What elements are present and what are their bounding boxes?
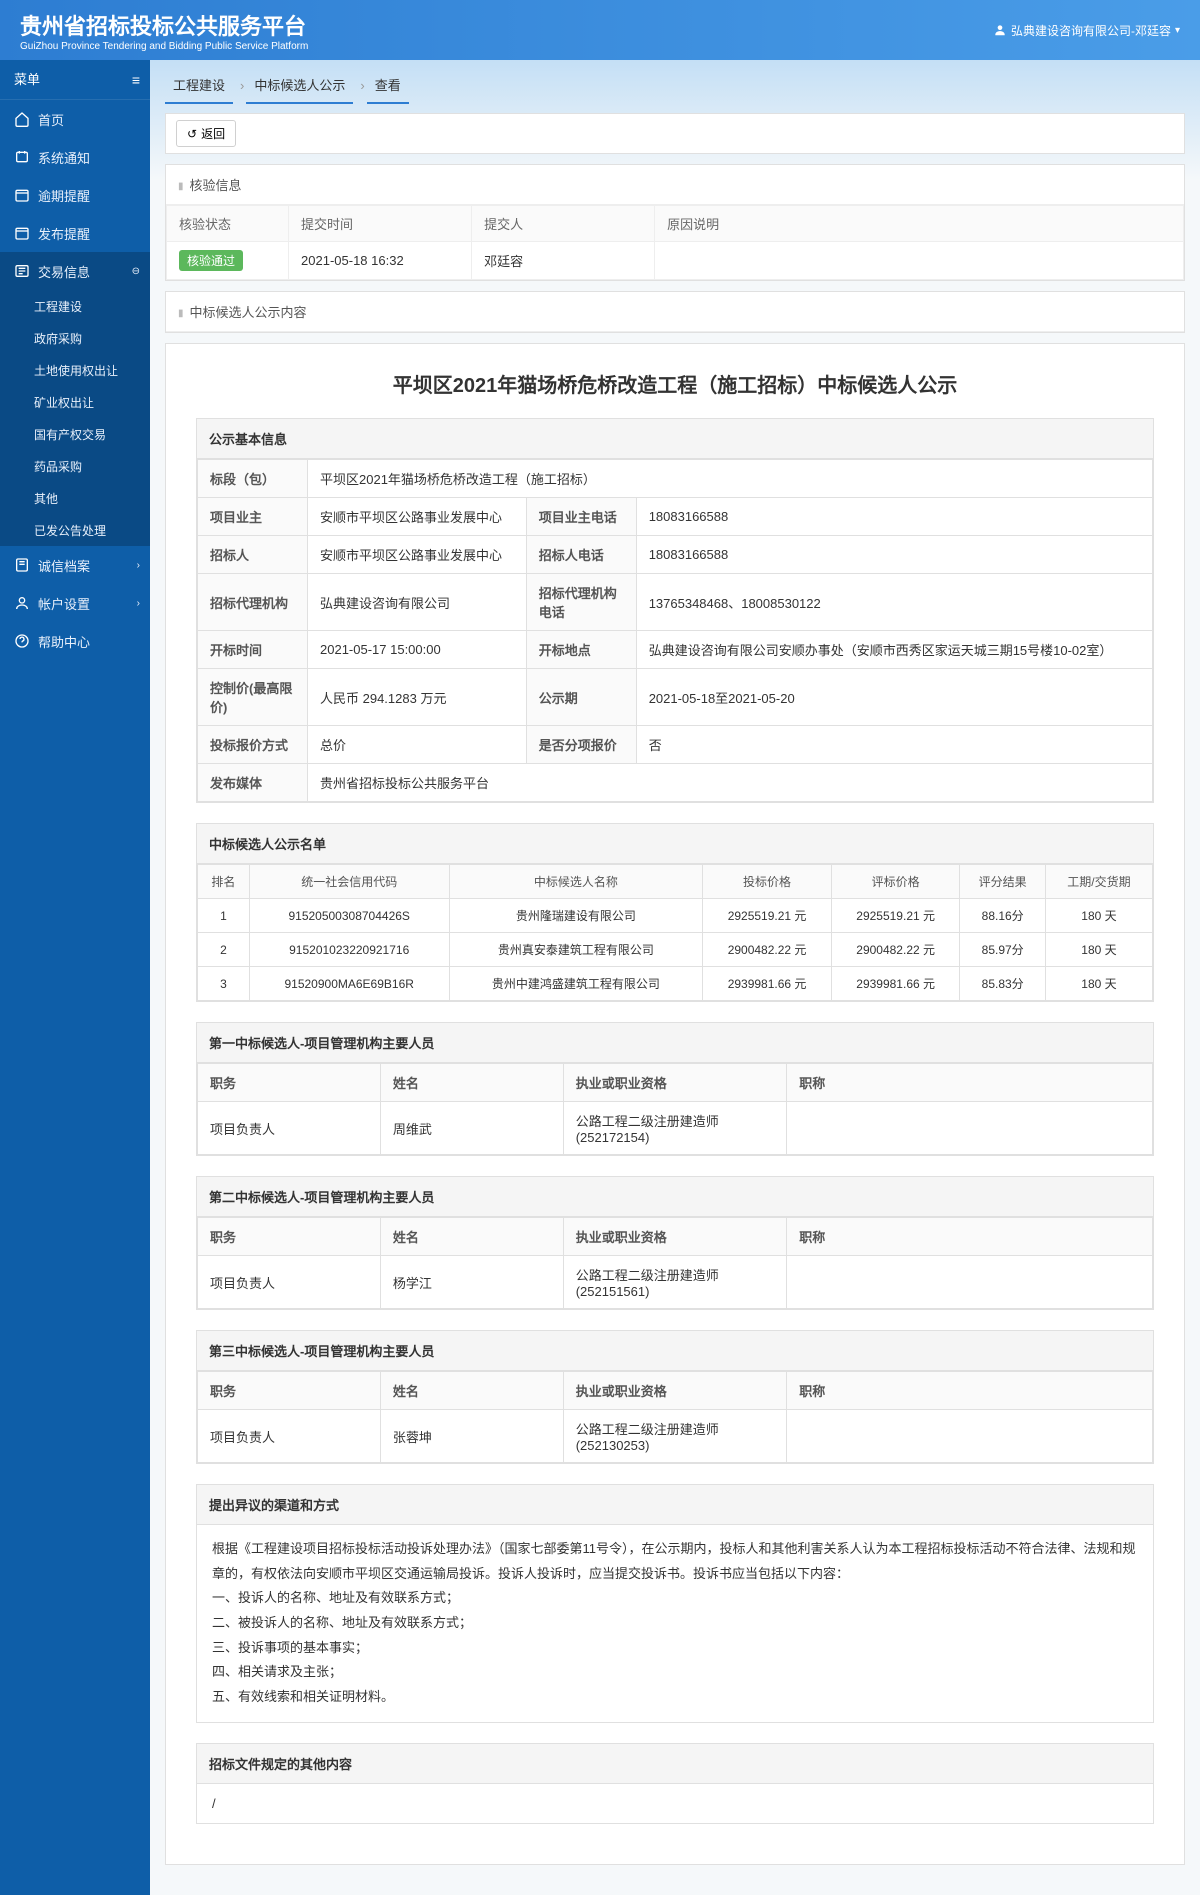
section-title: 第三中标候选人-项目管理机构主要人员	[197, 1331, 1153, 1371]
app-title: 贵州省招标投标公共服务平台 GuiZhou Province Tendering…	[20, 9, 308, 52]
table-header: 评分结果	[960, 865, 1046, 899]
sidebar-item-user[interactable]: 帐户设置›	[0, 584, 150, 622]
app-header: 贵州省招标投标公共服务平台 GuiZhou Province Tendering…	[0, 0, 1200, 60]
section-title: 招标文件规定的其他内容	[197, 1744, 1153, 1784]
verify-row: 核验通过 2021-05-18 16:32 邓廷容	[167, 242, 1184, 280]
sidebar-sub-item[interactable]: 工程建设	[0, 290, 150, 322]
content-panel-title: 中标候选人公示内容	[166, 292, 1184, 332]
table-header: 排名	[198, 865, 250, 899]
verify-panel: 核验信息 核验状态 提交时间 提交人 原因说明 核验通过 2021-05-18 …	[165, 164, 1185, 281]
sidebar-item-help[interactable]: 帮助中心	[0, 622, 150, 660]
back-button[interactable]: ↺ 返回	[176, 120, 236, 147]
user-icon	[993, 23, 1007, 37]
verify-th: 提交时间	[289, 206, 472, 242]
sidebar-item-book[interactable]: 诚信档案›	[0, 546, 150, 584]
sidebar-item-megaphone[interactable]: 发布提醒	[0, 214, 150, 252]
sidebar-sub-item[interactable]: 土地使用权出让	[0, 354, 150, 386]
sidebar-item-bell[interactable]: 系统通知	[0, 138, 150, 176]
table-row: 项目负责人周维武公路工程二级注册建造师(252172154)	[198, 1102, 1153, 1155]
objection-section: 提出异议的渠道和方式 根据《工程建设项目招标投标活动投诉处理办法》（国家七部委第…	[196, 1484, 1154, 1723]
other-section: 招标文件规定的其他内容 /	[196, 1743, 1154, 1824]
section-title: 提出异议的渠道和方式	[197, 1485, 1153, 1525]
sidebar: 菜单 ≡ 首页系统通知逾期提醒发布提醒交易信息⊖工程建设政府采购土地使用权出让矿…	[0, 60, 150, 1895]
sidebar-item-folder[interactable]: 交易信息⊖	[0, 252, 150, 290]
personnel-section: 第一中标候选人-项目管理机构主要人员职务姓名执业或职业资格职称项目负责人周维武公…	[196, 1022, 1154, 1156]
chevron-right-icon: ›	[137, 598, 140, 609]
main-content: 工程建设 › 中标候选人公示 › 查看 ↺ 返回 核验信息 核验状态 提交时间 …	[150, 60, 1200, 1895]
chevron-right-icon: ›	[137, 560, 140, 571]
sidebar-sub-item[interactable]: 已发公告处理	[0, 514, 150, 546]
table-header: 投标价格	[703, 865, 832, 899]
personnel-section: 第三中标候选人-项目管理机构主要人员职务姓名执业或职业资格职称项目负责人张蓉坤公…	[196, 1330, 1154, 1464]
other-text: /	[197, 1784, 1153, 1823]
back-icon: ↺	[187, 127, 197, 141]
sidebar-item-clock[interactable]: 逾期提醒	[0, 176, 150, 214]
section-title: 中标候选人公示名单	[197, 824, 1153, 864]
app-title-en: GuiZhou Province Tendering and Bidding P…	[20, 41, 308, 52]
chevron-down-icon: ⊖	[132, 266, 140, 277]
section-title: 公示基本信息	[197, 419, 1153, 459]
section-title: 第二中标候选人-项目管理机构主要人员	[197, 1177, 1153, 1217]
section-title: 第一中标候选人-项目管理机构主要人员	[197, 1023, 1153, 1063]
table-row: 191520500308704426S贵州隆瑞建设有限公司2925519.21 …	[198, 899, 1153, 933]
sidebar-menu-header: 菜单 ≡	[0, 60, 150, 100]
back-bar: ↺ 返回	[165, 113, 1185, 154]
verify-table: 核验状态 提交时间 提交人 原因说明 核验通过 2021-05-18 16:32…	[166, 205, 1184, 280]
document-title: 平坝区2021年猫场桥危桥改造工程（施工招标）中标候选人公示	[166, 344, 1184, 418]
sidebar-sub-item[interactable]: 矿业权出让	[0, 386, 150, 418]
chevron-down-icon: ▾	[1175, 25, 1180, 36]
breadcrumb-item[interactable]: 工程建设	[165, 75, 233, 104]
verify-th: 核验状态	[167, 206, 289, 242]
breadcrumb-item[interactable]: 中标候选人公示	[246, 75, 353, 104]
menu-toggle-icon[interactable]: ≡	[132, 60, 140, 100]
breadcrumb: 工程建设 › 中标候选人公示 › 查看	[165, 70, 1185, 108]
document-panel: 平坝区2021年猫场桥危桥改造工程（施工招标）中标候选人公示 公示基本信息 标段…	[165, 343, 1185, 1865]
table-row: 项目负责人张蓉坤公路工程二级注册建造师(252130253)	[198, 1410, 1153, 1463]
objection-text: 根据《工程建设项目招标投标活动投诉处理办法》（国家七部委第11号令），在公示期内…	[197, 1525, 1153, 1722]
verify-panel-title: 核验信息	[166, 165, 1184, 205]
table-header: 中标候选人名称	[449, 865, 703, 899]
table-row: 391520900MA6E69B16R贵州中建鸿盛建筑工程有限公司2939981…	[198, 967, 1153, 1001]
sidebar-item-home[interactable]: 首页	[0, 100, 150, 138]
personnel-section: 第二中标候选人-项目管理机构主要人员职务姓名执业或职业资格职称项目负责人杨学江公…	[196, 1176, 1154, 1310]
sidebar-sub-item[interactable]: 其他	[0, 482, 150, 514]
sidebar-sub-item[interactable]: 政府采购	[0, 322, 150, 354]
header-user[interactable]: 弘典建设咨询有限公司-邓廷容 ▾	[993, 22, 1180, 39]
verify-th: 提交人	[472, 206, 655, 242]
verify-th: 原因说明	[655, 206, 1184, 242]
table-header: 评标价格	[831, 865, 960, 899]
table-row: 项目负责人杨学江公路工程二级注册建造师(252151561)	[198, 1256, 1153, 1309]
content-header-panel: 中标候选人公示内容	[165, 291, 1185, 333]
breadcrumb-item[interactable]: 查看	[367, 75, 409, 104]
sidebar-sub-item[interactable]: 药品采购	[0, 450, 150, 482]
table-header: 工期/交货期	[1045, 865, 1152, 899]
basic-info-section: 公示基本信息 标段（包）平坝区2021年猫场桥危桥改造工程（施工招标） 项目业主…	[196, 418, 1154, 803]
candidates-section: 中标候选人公示名单 排名统一社会信用代码中标候选人名称投标价格评标价格评分结果工…	[196, 823, 1154, 1002]
candidates-table: 排名统一社会信用代码中标候选人名称投标价格评标价格评分结果工期/交货期 1915…	[197, 864, 1153, 1001]
status-badge: 核验通过	[179, 250, 243, 271]
app-title-zh: 贵州省招标投标公共服务平台	[20, 9, 308, 41]
table-row: 2915201023220921716贵州真安泰建筑工程有限公司2900482.…	[198, 933, 1153, 967]
table-header: 统一社会信用代码	[249, 865, 449, 899]
sidebar-sub-item[interactable]: 国有产权交易	[0, 418, 150, 450]
